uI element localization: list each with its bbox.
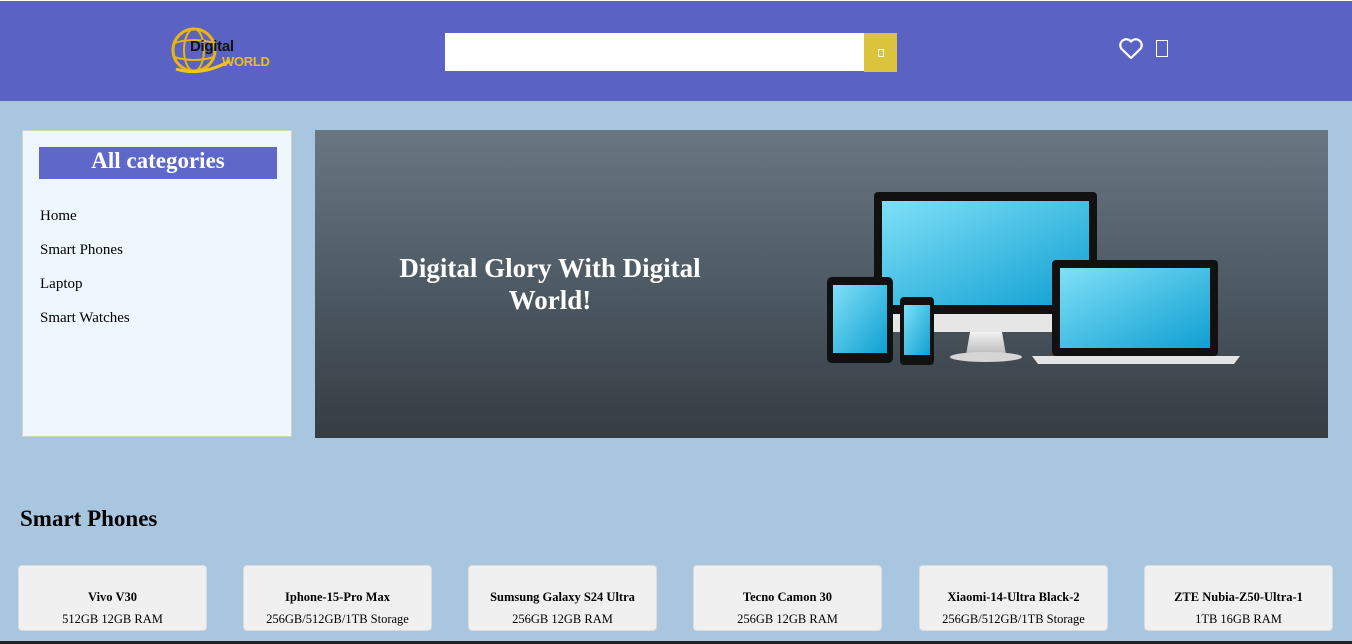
- site-header: Digital WORLD: [0, 1, 1352, 101]
- search-input[interactable]: [445, 33, 864, 71]
- category-item-smart-phones[interactable]: Smart Phones: [40, 237, 130, 271]
- product-card[interactable]: ZTE Nubia-Z50-Ultra-1 1TB 16GB RAM: [1144, 565, 1333, 631]
- category-item-home[interactable]: Home: [40, 203, 130, 237]
- product-spec: 256GB 12GB RAM: [512, 612, 613, 626]
- logo-text-world: WORLD: [222, 54, 270, 69]
- category-item-smart-watches[interactable]: Smart Watches: [40, 305, 130, 339]
- product-card[interactable]: Vivo V30 512GB 12GB RAM: [18, 565, 207, 631]
- product-name: Sumsung Galaxy S24 Ultra: [490, 590, 635, 604]
- product-name: Iphone-15-Pro Max: [285, 590, 390, 604]
- categories-list: Home Smart Phones Laptop Smart Watches: [40, 203, 130, 339]
- product-name: Xiaomi-14-Ultra Black-2: [947, 590, 1080, 604]
- categories-panel: All categories Home Smart Phones Laptop …: [22, 130, 292, 437]
- hero-banner: Digital Glory With Digital World!: [315, 130, 1328, 438]
- logo-text-digital: Digital: [190, 38, 234, 55]
- section-title-smart-phones: Smart Phones: [20, 506, 158, 531]
- product-spec: 256GB/512GB/1TB Storage: [942, 612, 1085, 626]
- product-name: Tecno Camon 30: [742, 590, 833, 604]
- site-logo[interactable]: Digital WORLD: [170, 21, 274, 79]
- product-spec: 256GB/512GB/1TB Storage: [266, 612, 409, 626]
- product-card[interactable]: Xiaomi-14-Ultra Black-2 256GB/512GB/1TB …: [919, 565, 1108, 631]
- product-name: ZTE Nubia-Z50-Ultra-1: [1174, 590, 1303, 604]
- product-spec: 512GB 12GB RAM: [62, 612, 163, 626]
- banner-headline: Digital Glory With Digital World!: [399, 253, 701, 315]
- search-icon: [877, 48, 884, 57]
- cart-icon[interactable]: [1156, 40, 1168, 57]
- devices-illustration: [827, 192, 1240, 365]
- product-spec: 1TB 16GB RAM: [1195, 612, 1282, 626]
- categories-title: All categories: [39, 147, 277, 179]
- wishlist-heart-icon[interactable]: [1118, 37, 1144, 61]
- search-button[interactable]: [864, 33, 897, 72]
- product-name: Vivo V30: [88, 590, 137, 604]
- product-card[interactable]: Iphone-15-Pro Max 256GB/512GB/1TB Storag…: [243, 565, 432, 631]
- product-card[interactable]: Tecno Camon 30 256GB 12GB RAM: [693, 565, 882, 631]
- product-card[interactable]: Sumsung Galaxy S24 Ultra 256GB 12GB RAM: [468, 565, 657, 631]
- category-item-laptop[interactable]: Laptop: [40, 271, 130, 305]
- product-spec: 256GB 12GB RAM: [737, 612, 838, 626]
